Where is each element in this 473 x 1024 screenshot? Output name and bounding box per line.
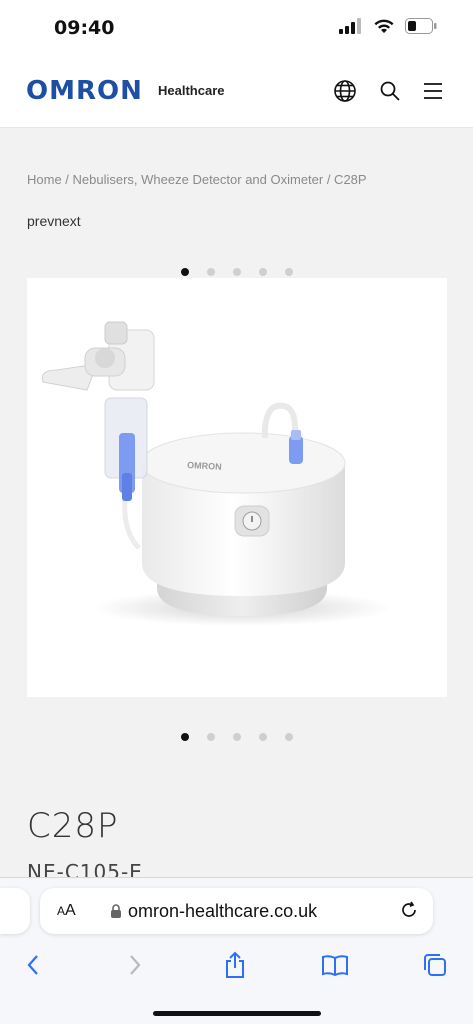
carousel-dot[interactable] xyxy=(180,733,189,741)
menu-icon[interactable] xyxy=(420,78,446,104)
carousel-dot[interactable] xyxy=(180,268,189,276)
home-indicator xyxy=(153,1011,321,1016)
site-header: OMRON Healthcare xyxy=(0,56,473,128)
device-brand-text: OMRON xyxy=(187,460,222,472)
carousel-dot[interactable] xyxy=(284,733,293,741)
reader-aa-button[interactable]: AA xyxy=(57,902,76,920)
prevnext-links[interactable]: prevnext xyxy=(27,213,81,229)
browser-toolbar: AA omron-healthcare.co.uk xyxy=(0,877,473,1024)
status-bar: 09:40 xyxy=(0,0,473,56)
carousel-dot[interactable] xyxy=(232,268,241,276)
tabs-icon[interactable] xyxy=(418,948,452,982)
signal-icon xyxy=(339,18,361,34)
battery-icon xyxy=(405,18,437,34)
carousel-dot[interactable] xyxy=(232,733,241,741)
share-icon[interactable] xyxy=(218,948,252,982)
carousel-dot[interactable] xyxy=(206,268,215,276)
carousel-dots-top xyxy=(0,268,473,276)
forward-button[interactable] xyxy=(118,948,152,982)
reload-icon[interactable] xyxy=(399,900,419,920)
carousel-dots-bottom xyxy=(0,733,473,741)
omron-logo[interactable]: OMRON xyxy=(26,76,143,106)
carousel-dot[interactable] xyxy=(206,733,215,741)
search-icon[interactable] xyxy=(377,78,403,104)
carousel-dot[interactable] xyxy=(284,268,293,276)
wifi-icon xyxy=(374,19,394,33)
breadcrumb[interactable]: Home / Nebulisers, Wheeze Detector and O… xyxy=(27,172,367,187)
logo-subtitle: Healthcare xyxy=(158,83,225,98)
status-time: 09:40 xyxy=(54,17,115,39)
back-button[interactable] xyxy=(16,948,50,982)
lock-icon xyxy=(111,904,121,918)
bookmarks-icon[interactable] xyxy=(318,948,352,982)
carousel-dot[interactable] xyxy=(258,268,267,276)
status-icons xyxy=(339,18,437,34)
nebuliser-illustration: OMRON xyxy=(41,321,392,626)
address-bar[interactable]: AA omron-healthcare.co.uk xyxy=(40,888,433,934)
browser-nav-row xyxy=(0,948,473,988)
product-title: C28P xyxy=(27,806,119,846)
carousel-dot[interactable] xyxy=(258,733,267,741)
url-text[interactable]: omron-healthcare.co.uk xyxy=(128,901,317,922)
product-image[interactable]: OMRON xyxy=(27,278,447,697)
globe-icon[interactable] xyxy=(332,78,358,104)
previous-tab-stub[interactable] xyxy=(0,888,30,934)
